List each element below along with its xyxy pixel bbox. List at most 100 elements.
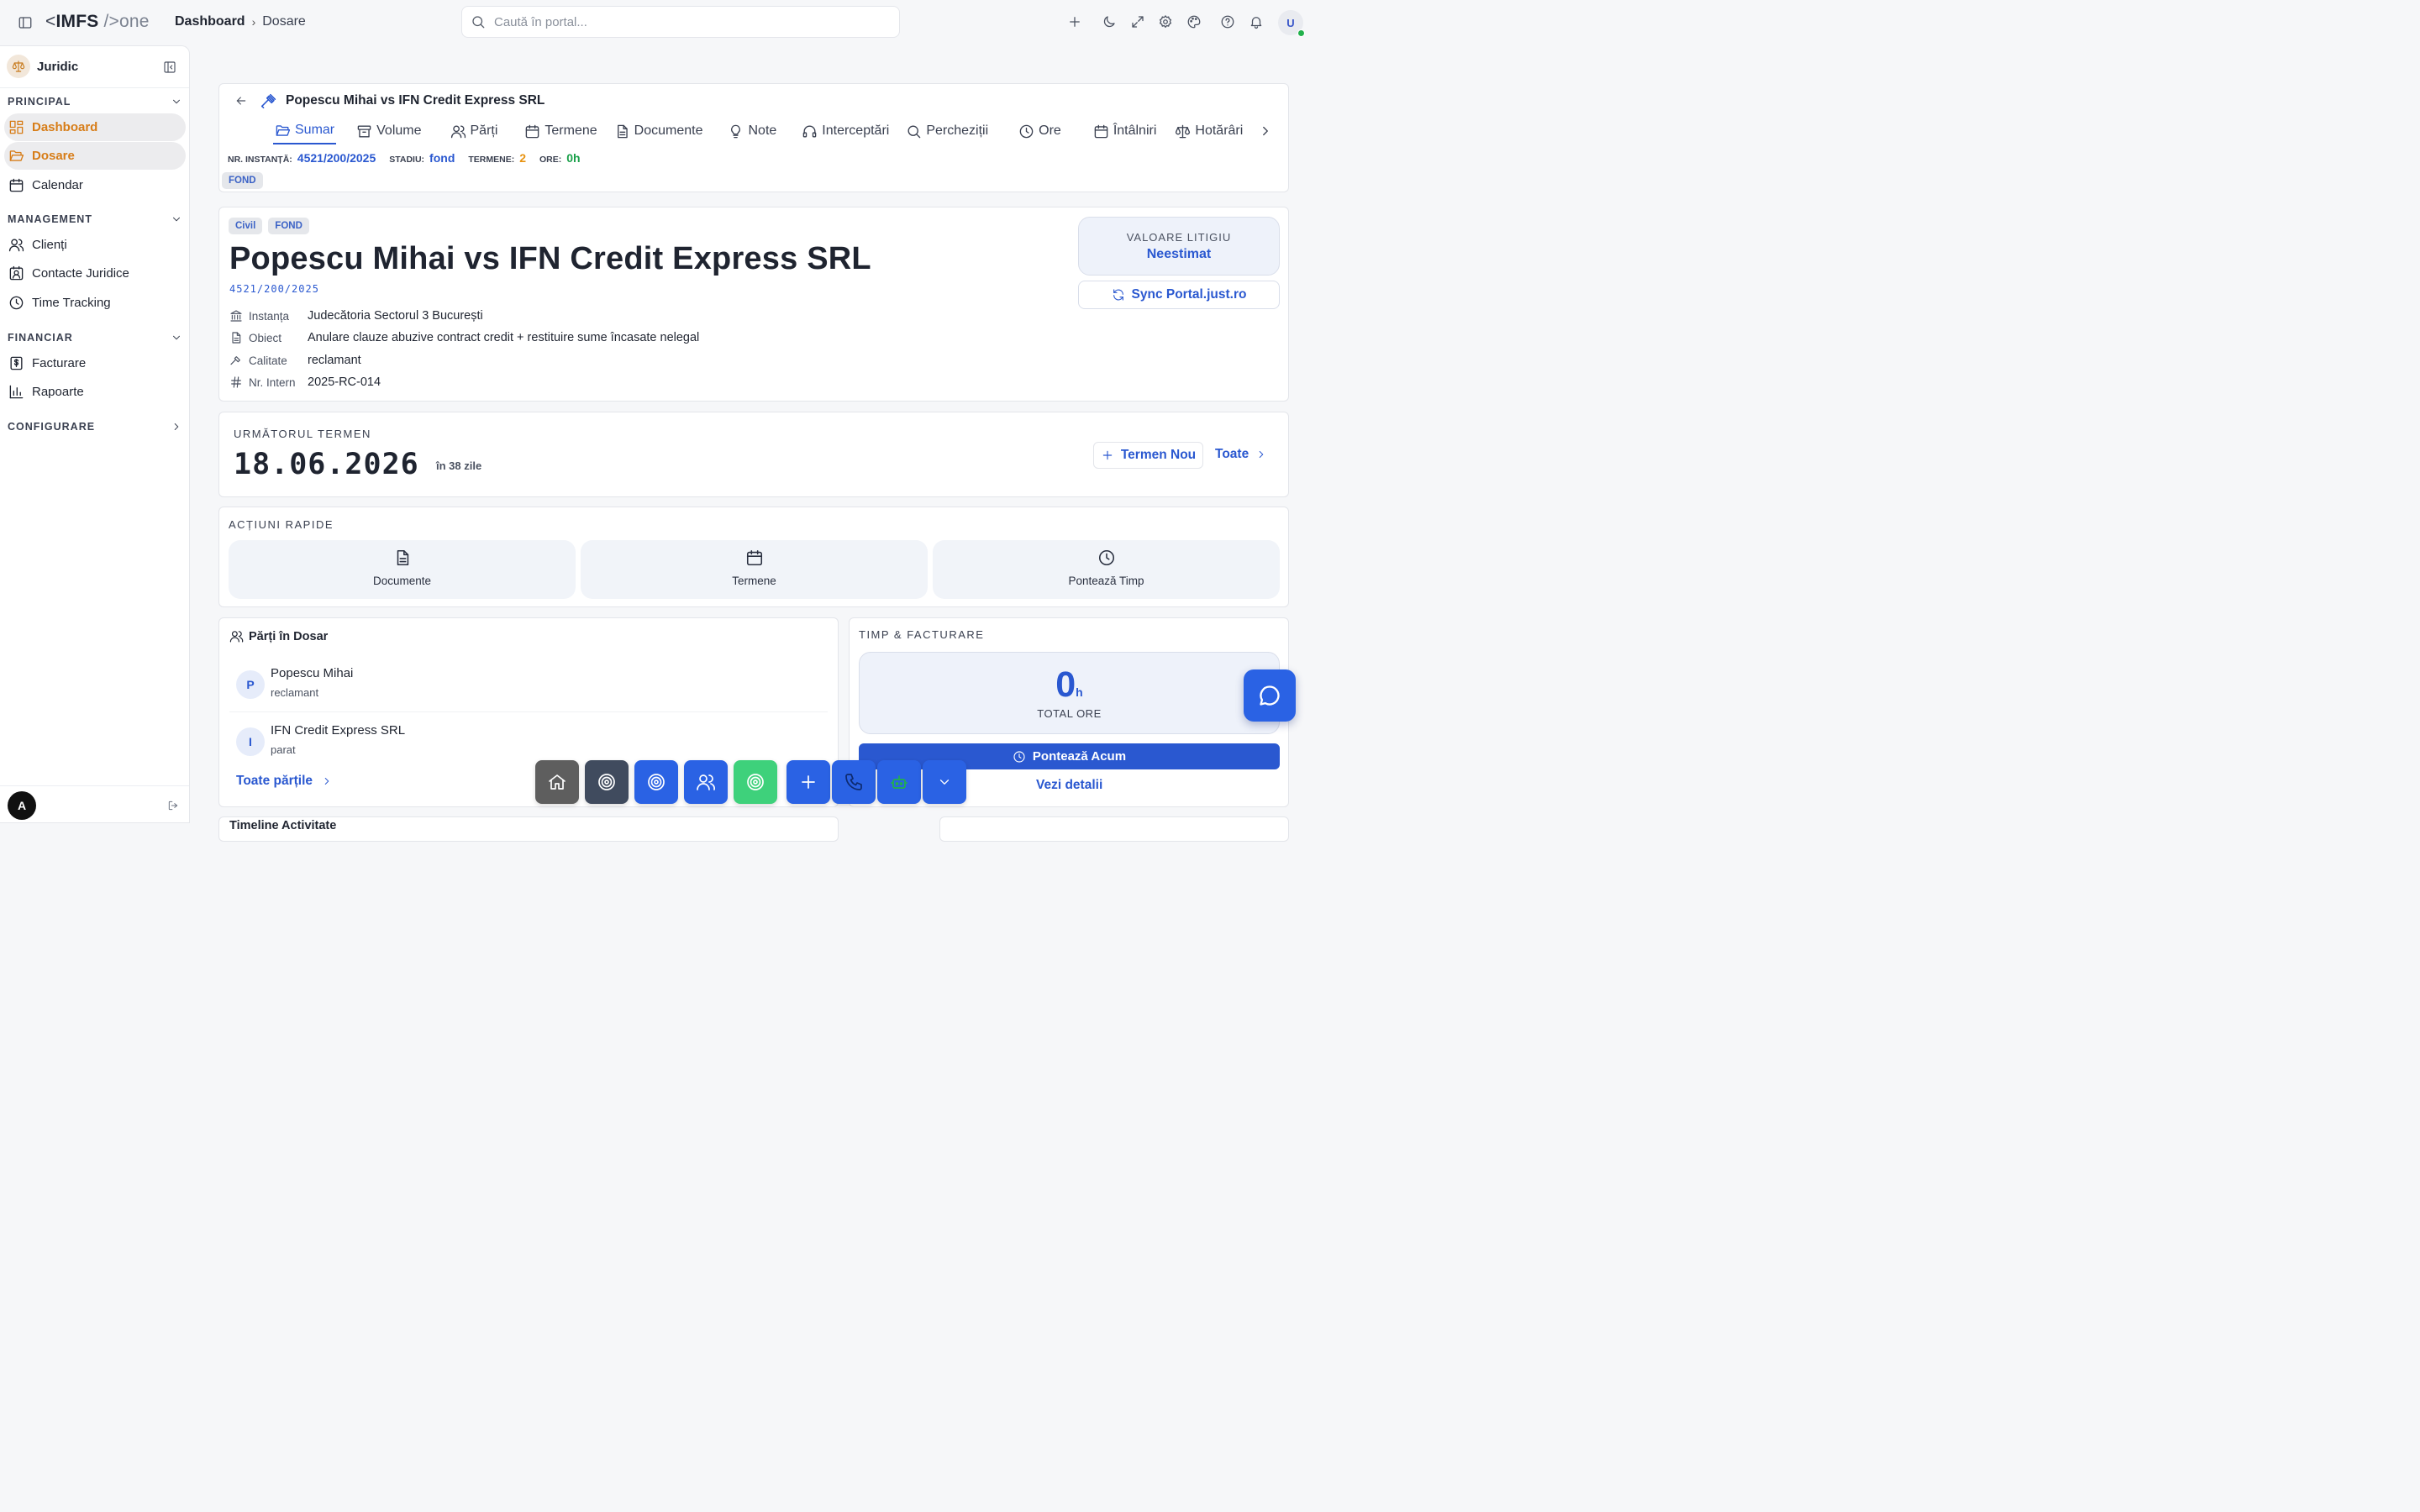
section-configurare[interactable]: CONFIGURARE	[8, 421, 182, 433]
gear-icon[interactable]	[1158, 14, 1173, 29]
clock-icon	[1098, 549, 1114, 566]
lightbulb-icon	[731, 124, 741, 138]
plus-icon	[802, 775, 815, 789]
case-title: Popescu Mihai vs IFN Credit Express SRL	[229, 241, 871, 276]
section-principal[interactable]: PRINCIPAL	[8, 96, 182, 108]
field-obiect: Obiect Anulare clauze abuzive contract c…	[229, 331, 699, 344]
sync-portal-button[interactable]: Sync Portal.just.ro	[1078, 281, 1280, 309]
dock-users-button[interactable]	[684, 760, 728, 804]
sidebar-toggle-icon[interactable]	[18, 15, 33, 30]
sidebar-item-clienti[interactable]: Clienți	[4, 231, 186, 259]
palette-icon[interactable]	[1186, 14, 1202, 29]
quick-action-termene[interactable]: Termene	[581, 540, 928, 599]
clock-icon	[1013, 750, 1025, 763]
users-icon	[697, 774, 715, 790]
workspace-name[interactable]: Juridic	[37, 60, 78, 74]
dock-phone-button[interactable]	[832, 760, 876, 804]
collapse-sidebar-icon[interactable]	[163, 60, 176, 74]
new-hearing-button[interactable]: Termen Nou	[1093, 442, 1203, 469]
sidebar-item-facturare[interactable]: Facturare	[4, 349, 186, 377]
dock-home-button[interactable]	[535, 760, 579, 804]
contact-card-icon	[9, 265, 24, 281]
case-number: 4521/200/2025	[229, 283, 319, 295]
timeline-card: Timeline Activitate	[218, 816, 839, 842]
scale-icon	[1176, 124, 1191, 138]
dock-more-button[interactable]	[923, 760, 966, 804]
tab-sumar[interactable]: Sumar	[273, 118, 337, 144]
all-parties-link[interactable]: Toate părțile	[236, 774, 333, 789]
app-logo[interactable]: <IMFS />one	[45, 12, 150, 32]
case-header-title: Popescu Mihai vs IFN Credit Express SRL	[286, 93, 545, 108]
plus-icon[interactable]	[1067, 14, 1082, 29]
dock-target-button[interactable]	[585, 760, 629, 804]
litigation-value: Neestimat	[1146, 247, 1212, 261]
sidebar-item-rapoarte[interactable]: Rapoarte	[4, 378, 186, 406]
bell-icon[interactable]	[1249, 14, 1264, 29]
moon-icon[interactable]	[1102, 14, 1117, 29]
fullscreen-icon[interactable]	[1130, 14, 1145, 29]
case-tags: Civil FOND	[229, 218, 309, 234]
sidebar-footer: A	[0, 785, 189, 824]
headphones-icon	[802, 125, 817, 138]
field-calitate: Calitate reclamant	[229, 354, 361, 367]
account-avatar[interactable]: A	[8, 791, 36, 820]
courthouse-icon	[230, 310, 242, 322]
logout-icon[interactable]	[167, 800, 179, 811]
tab-volume[interactable]: Volume	[355, 118, 423, 144]
tab-interceptari[interactable]: Interceptări	[800, 118, 891, 144]
hash-icon	[231, 376, 241, 388]
dock-target-button[interactable]	[734, 760, 777, 804]
party-item[interactable]: P Popescu Mihai reclamant	[229, 662, 828, 712]
sidebar-item-calendar[interactable]: Calendar	[4, 171, 186, 199]
sidebar-item-contacte[interactable]: Contacte Juridice	[4, 260, 186, 287]
party-name: IFN Credit Express SRL	[271, 723, 406, 738]
online-status-dot	[1297, 29, 1305, 37]
breadcrumb: Dashboard › Dosare	[175, 14, 306, 29]
all-hearings-link[interactable]: Toate	[1215, 447, 1267, 462]
stage-badge: FOND	[222, 172, 263, 189]
hours-value: 0h	[566, 151, 581, 165]
field-nr-intern: Nr. Intern 2025-RC-014	[229, 375, 381, 389]
back-arrow-icon[interactable]	[234, 94, 248, 108]
breadcrumb-root[interactable]: Dashboard	[175, 14, 245, 29]
tab-hotarari[interactable]: Hotărâri	[1173, 118, 1244, 144]
tab-ore[interactable]: Ore	[1017, 118, 1063, 144]
tab-documente[interactable]: Documente	[613, 118, 705, 144]
section-financiar[interactable]: FINANCIAR	[8, 332, 182, 344]
calendar-icon	[746, 549, 762, 566]
dock-add-button[interactable]	[786, 760, 830, 804]
quick-action-documente[interactable]: Documente	[229, 540, 576, 599]
quick-action-ponteaza[interactable]: Pontează Timp	[933, 540, 1280, 599]
document-icon	[232, 332, 241, 344]
dashboard-icon	[9, 120, 24, 134]
workspace-header: Juridic	[0, 46, 189, 88]
chevron-down-icon	[939, 780, 950, 785]
sidebar-item-dashboard[interactable]: Dashboard	[4, 113, 186, 141]
search-box[interactable]	[461, 6, 900, 38]
search-input[interactable]	[494, 14, 864, 29]
sidebar-item-time-tracking[interactable]: Time Tracking	[4, 289, 186, 317]
case-meta: NR. INSTANȚĂ: 4521/200/2025 STADIU: fond…	[228, 151, 581, 165]
section-management[interactable]: MANAGEMENT	[8, 213, 182, 225]
search-icon	[908, 124, 921, 138]
help-icon[interactable]	[1220, 14, 1235, 29]
quick-actions-card: ACȚIUNI RAPIDE Documente Termene Ponteaz…	[218, 507, 1289, 607]
dock-target-button[interactable]	[634, 760, 678, 804]
bar-chart-icon	[9, 385, 24, 399]
chevron-right-icon	[324, 778, 329, 785]
top-bar: <IMFS />one Dashboard › Dosare U	[0, 0, 1318, 45]
tab-perchezitii[interactable]: Percheziții	[904, 118, 990, 144]
tabs-scroll-right-icon[interactable]	[1258, 123, 1273, 139]
field-instanta: Instanța Judecătoria Sectorul 3 Bucureșt…	[229, 309, 483, 323]
dock-bot-button[interactable]	[877, 760, 921, 804]
tab-parti[interactable]: Părți	[449, 118, 500, 144]
chat-button[interactable]	[1244, 669, 1296, 722]
chevron-right-icon	[174, 423, 179, 430]
view-details-link[interactable]: Vezi detalii	[1036, 778, 1102, 793]
tab-termene[interactable]: Termene	[523, 118, 598, 144]
tab-intalniri[interactable]: Întâlniri	[1092, 118, 1159, 144]
user-avatar[interactable]: U	[1278, 10, 1305, 37]
gavel-icon	[230, 356, 240, 365]
tab-note[interactable]: Note	[726, 118, 778, 144]
sidebar-item-dosare[interactable]: Dosare	[4, 142, 186, 170]
